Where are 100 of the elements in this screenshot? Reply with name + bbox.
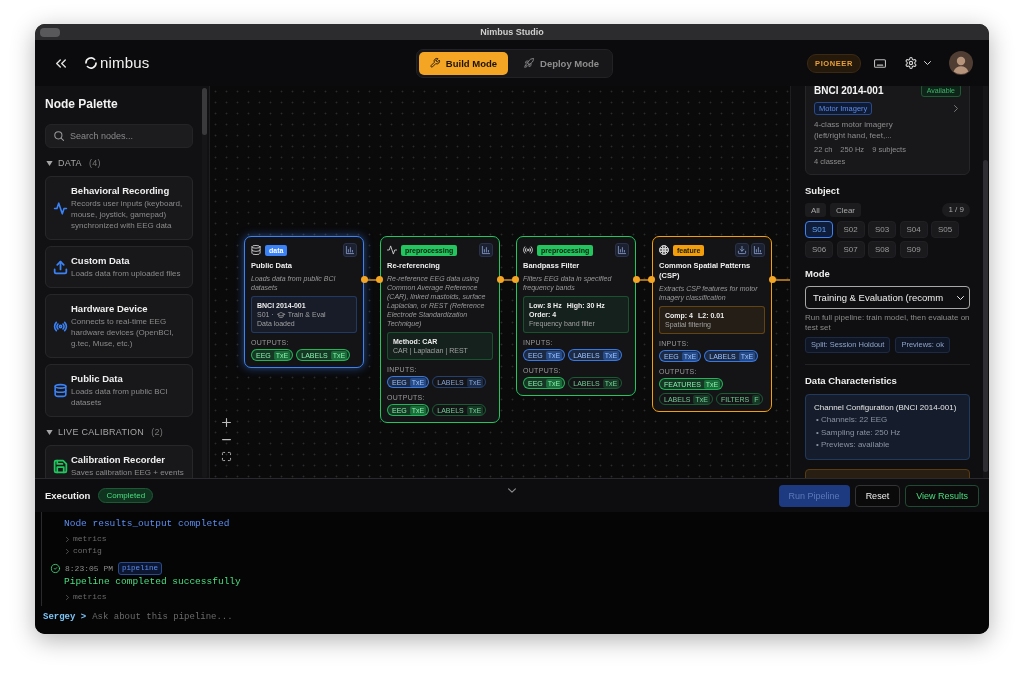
subject-chip[interactable]: S08 [868, 241, 896, 258]
subject-chip[interactable]: S05 [931, 221, 959, 238]
chevrons-left-icon[interactable] [56, 58, 66, 68]
count-badge: 1 / 9 [942, 203, 970, 217]
rocket-icon [524, 58, 535, 68]
grid-circle-icon [659, 245, 669, 255]
view-results-button[interactable]: View Results [905, 484, 979, 507]
subject-action-button[interactable]: Clear [829, 203, 861, 217]
log-message: Pipeline completed successfully [63, 575, 242, 589]
port-handle[interactable] [497, 276, 504, 283]
mode-tab[interactable]: Deploy Mode [513, 51, 611, 75]
subject-action-button[interactable]: All [805, 203, 826, 217]
bar-chart-icon [618, 246, 626, 254]
window-title: Nimbus Studio [480, 26, 544, 38]
reset-button[interactable]: Reset [854, 484, 901, 507]
mode-select[interactable]: Training & Evaluation (recomm [805, 286, 970, 309]
subject-chip[interactable]: S01 [805, 221, 833, 238]
panel-title: Execution [45, 490, 91, 501]
node-card[interactable]: Calibration Recorder Saves calibration EEG + events [45, 445, 193, 478]
pulse-icon [387, 245, 397, 255]
node-card[interactable]: Behavioral Recording Records user inputs (keyboard, mouse, joystick, gamepad) synchronized with EEG data [45, 176, 193, 240]
expand-toggle[interactable]: config [51, 545, 102, 557]
scrollbar[interactable] [202, 88, 207, 478]
card-description: Connects to real-time EEG hardware devices (OpenBCI, g.tec, Muse, etc.) [71, 316, 175, 349]
wrench-icon [429, 58, 440, 68]
search-field[interactable]: Search nodes... [45, 124, 193, 148]
broadcast-icon [523, 245, 533, 255]
port-handle[interactable] [648, 276, 655, 283]
mode-tab[interactable]: Build Mode [418, 51, 509, 75]
logo-icon [85, 57, 97, 69]
check-circle-icon [51, 564, 60, 573]
prompt-label: Sergey > [43, 611, 87, 624]
section-toggle[interactable]: DATA (4) [46, 157, 101, 169]
zoom-in-icon[interactable] [222, 418, 231, 427]
download-icon [738, 246, 746, 254]
dataset-title: BNCI 2014-001 [814, 86, 884, 97]
section-title: Data Characteristics [805, 375, 898, 387]
fit-view-icon[interactable] [222, 452, 231, 462]
chart-button[interactable] [615, 243, 629, 257]
node-card[interactable]: Hardware Device Connects to real-time EEG hardware devices (OpenBCI, g.tec, Muse, etc.) [45, 294, 193, 358]
scrollbar-thumb[interactable] [983, 160, 988, 472]
card-title: Custom Data [71, 255, 131, 266]
card-description: Loads data from uploaded files [71, 268, 181, 279]
status-badge: Completed [98, 488, 154, 503]
panel-title: Node Palette [45, 97, 119, 111]
settings-button[interactable] [905, 57, 931, 69]
chevron-down-icon[interactable] [508, 488, 516, 493]
section-title: Mode [805, 268, 831, 280]
chart-button[interactable] [479, 243, 493, 257]
bar-chart-icon [754, 246, 762, 254]
card-title: Hardware Device [71, 303, 149, 314]
log-message: Node results_output completed [63, 517, 231, 531]
card-title: Public Data [71, 373, 124, 384]
card-description: Saves calibration EEG + events [71, 467, 184, 478]
port-handle[interactable] [633, 276, 640, 283]
subject-chip[interactable]: S07 [836, 241, 865, 258]
bullet-text: • Sampling rate: 250 Hz [816, 426, 902, 439]
subject-chip[interactable]: S02 [836, 221, 865, 238]
graduation-cap-icon [276, 311, 285, 318]
caret-icon [924, 61, 931, 65]
subject-chip[interactable]: S09 [899, 241, 928, 258]
chart-button[interactable] [751, 243, 765, 257]
avatar[interactable] [949, 51, 973, 75]
timestamp: 8:23:05 PM [65, 563, 113, 575]
chevron-down-icon [957, 295, 964, 300]
chat-input[interactable]: Ask about this pipeline... [92, 612, 989, 622]
node-card[interactable]: Public Data Loads data from public BCI datasets [45, 364, 193, 417]
subject-chip[interactable]: S06 [805, 241, 833, 258]
hint-text: Run full pipeline: train model, then evaluate on test set [805, 313, 970, 333]
download-button[interactable] [735, 243, 749, 257]
port-handle[interactable] [376, 276, 383, 283]
bullet-text: • Channels: 22 EEG [816, 414, 889, 426]
bar-chart-icon [346, 246, 354, 254]
port-handle[interactable] [769, 276, 776, 283]
card-title: Channel Configuration (BNCI 2014-001) [814, 402, 958, 414]
database-icon [251, 245, 261, 255]
port-handle[interactable] [361, 276, 368, 283]
brand-name: nimbus [100, 54, 150, 72]
card-description: Loads data from public BCI datasets [71, 386, 169, 408]
expand-toggle[interactable]: metrics [51, 591, 107, 603]
scrollbar-thumb[interactable] [202, 88, 207, 135]
settings-icon [905, 57, 917, 69]
subject-chip[interactable]: S04 [899, 221, 928, 238]
subject-chip[interactable]: S03 [868, 221, 896, 238]
port-handle[interactable] [512, 276, 519, 283]
search-icon [54, 131, 64, 141]
monitor-icon[interactable] [874, 58, 886, 68]
chevron-right-icon[interactable] [954, 105, 958, 112]
card-title: Calibration Recorder [71, 454, 166, 465]
bar-chart-icon [482, 246, 490, 254]
dataset-description: 4-class motor imagery (left/right hand, feet,... [814, 119, 894, 141]
node-card[interactable]: Custom Data Loads data from uploaded files [45, 246, 193, 288]
bullet-text: • Previews: available [816, 439, 891, 451]
scrollbar[interactable] [983, 86, 988, 478]
card-title: Behavioral Recording [71, 185, 171, 196]
expand-toggle[interactable]: metrics [51, 533, 107, 545]
section-toggle[interactable]: LIVE CALIBRATION (2) [46, 426, 164, 438]
chart-button[interactable] [343, 243, 357, 257]
card-description: Records user inputs (keyboard, mouse, joystick, gamepad) synchronized with EEG data [71, 198, 184, 231]
section-title: Subject [805, 185, 841, 197]
